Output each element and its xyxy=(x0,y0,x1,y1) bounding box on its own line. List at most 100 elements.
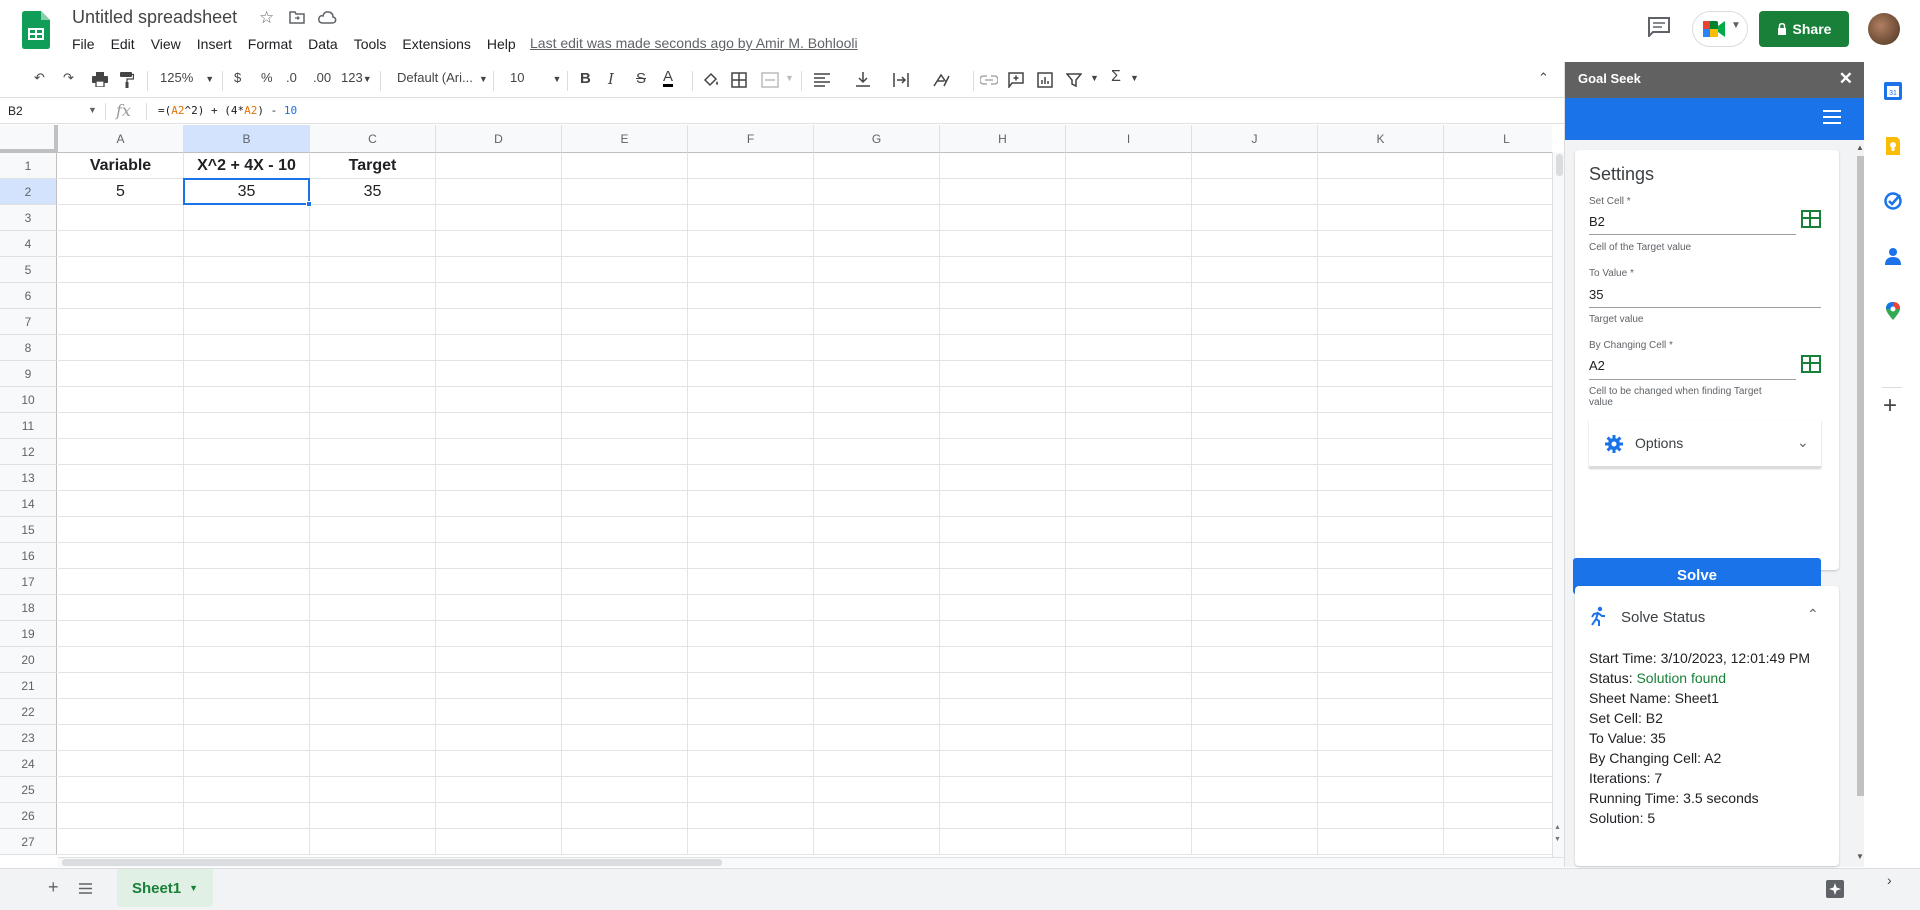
to-value-input[interactable]: 35 xyxy=(1589,287,1603,302)
cell-c7[interactable] xyxy=(310,309,436,335)
cell-k17[interactable] xyxy=(1318,569,1444,595)
cell-e24[interactable] xyxy=(562,751,688,777)
text-wrapping-icon[interactable] xyxy=(893,72,909,88)
cell-f12[interactable] xyxy=(688,439,814,465)
cell-a17[interactable] xyxy=(58,569,184,595)
cell-g3[interactable] xyxy=(814,205,940,231)
cell-e18[interactable] xyxy=(562,595,688,621)
cell-c27[interactable] xyxy=(310,829,436,855)
move-folder-icon[interactable] xyxy=(289,10,305,24)
cell-c20[interactable] xyxy=(310,647,436,673)
font-family-select[interactable]: Default (Ari... ▼ xyxy=(397,70,488,85)
cell-g25[interactable] xyxy=(814,777,940,803)
cell-d2[interactable] xyxy=(436,179,562,205)
row-header-5[interactable]: 5 xyxy=(0,257,57,283)
cell-k22[interactable] xyxy=(1318,699,1444,725)
cell-c3[interactable] xyxy=(310,205,436,231)
menu-tools[interactable]: Tools xyxy=(346,34,395,54)
cell-c15[interactable] xyxy=(310,517,436,543)
increase-decimal-button[interactable]: .00 xyxy=(313,70,331,85)
last-edit-link[interactable]: Last edit was made seconds ago by Amir M… xyxy=(530,35,858,51)
cell-i13[interactable] xyxy=(1066,465,1192,491)
cell-l26[interactable] xyxy=(1444,803,1552,829)
cell-e15[interactable] xyxy=(562,517,688,543)
cell-b11[interactable] xyxy=(184,413,310,439)
cell-j20[interactable] xyxy=(1192,647,1318,673)
cell-f24[interactable] xyxy=(688,751,814,777)
cell-d14[interactable] xyxy=(436,491,562,517)
cell-d12[interactable] xyxy=(436,439,562,465)
cell-a27[interactable] xyxy=(58,829,184,855)
more-formats-button[interactable]: 123▼ xyxy=(341,70,372,85)
cell-k27[interactable] xyxy=(1318,829,1444,855)
cell-e21[interactable] xyxy=(562,673,688,699)
cell-k19[interactable] xyxy=(1318,621,1444,647)
cell-b4[interactable] xyxy=(184,231,310,257)
cell-j23[interactable] xyxy=(1192,725,1318,751)
row-header-24[interactable]: 24 xyxy=(0,751,57,777)
row-header-2[interactable]: 2 xyxy=(0,179,57,205)
fill-handle[interactable] xyxy=(306,201,312,207)
row-header-20[interactable]: 20 xyxy=(0,647,57,673)
cell-d3[interactable] xyxy=(436,205,562,231)
cell-h4[interactable] xyxy=(940,231,1066,257)
cell-j16[interactable] xyxy=(1192,543,1318,569)
cell-i12[interactable] xyxy=(1066,439,1192,465)
column-header-g[interactable]: G xyxy=(814,125,940,153)
cell-g6[interactable] xyxy=(814,283,940,309)
cell-a20[interactable] xyxy=(58,647,184,673)
column-header-e[interactable]: E xyxy=(562,125,688,153)
cell-e13[interactable] xyxy=(562,465,688,491)
cell-b27[interactable] xyxy=(184,829,310,855)
cell-f17[interactable] xyxy=(688,569,814,595)
cell-e8[interactable] xyxy=(562,335,688,361)
cell-d24[interactable] xyxy=(436,751,562,777)
cell-j14[interactable] xyxy=(1192,491,1318,517)
cell-g16[interactable] xyxy=(814,543,940,569)
cell-j5[interactable] xyxy=(1192,257,1318,283)
menu-edit[interactable]: Edit xyxy=(103,34,143,54)
menu-icon[interactable] xyxy=(1823,110,1841,128)
cell-i27[interactable] xyxy=(1066,829,1192,855)
cell-j13[interactable] xyxy=(1192,465,1318,491)
cell-d23[interactable] xyxy=(436,725,562,751)
cell-h22[interactable] xyxy=(940,699,1066,725)
filter-icon[interactable] xyxy=(1066,72,1082,88)
cell-g8[interactable] xyxy=(814,335,940,361)
all-sheets-icon[interactable] xyxy=(79,883,92,894)
cell-d5[interactable] xyxy=(436,257,562,283)
column-header-f[interactable]: F xyxy=(688,125,814,153)
cell-h13[interactable] xyxy=(940,465,1066,491)
cell-k16[interactable] xyxy=(1318,543,1444,569)
menu-extensions[interactable]: Extensions xyxy=(394,34,478,54)
cell-d25[interactable] xyxy=(436,777,562,803)
column-header-i[interactable]: I xyxy=(1066,125,1192,153)
cell-e2[interactable] xyxy=(562,179,688,205)
column-header-j[interactable]: J xyxy=(1192,125,1318,153)
cell-h2[interactable] xyxy=(940,179,1066,205)
cell-l8[interactable] xyxy=(1444,335,1552,361)
cell-d7[interactable] xyxy=(436,309,562,335)
cell-c19[interactable] xyxy=(310,621,436,647)
cell-d26[interactable] xyxy=(436,803,562,829)
cell-j18[interactable] xyxy=(1192,595,1318,621)
cell-e5[interactable] xyxy=(562,257,688,283)
row-header-17[interactable]: 17 xyxy=(0,569,57,595)
cell-k1[interactable] xyxy=(1318,153,1444,179)
cell-d15[interactable] xyxy=(436,517,562,543)
cell-b8[interactable] xyxy=(184,335,310,361)
cell-a23[interactable] xyxy=(58,725,184,751)
cell-d10[interactable] xyxy=(436,387,562,413)
cell-g22[interactable] xyxy=(814,699,940,725)
cell-l19[interactable] xyxy=(1444,621,1552,647)
cell-l2[interactable] xyxy=(1444,179,1552,205)
cell-a4[interactable] xyxy=(58,231,184,257)
cell-b23[interactable] xyxy=(184,725,310,751)
row-header-21[interactable]: 21 xyxy=(0,673,57,699)
cell-l9[interactable] xyxy=(1444,361,1552,387)
cell-h12[interactable] xyxy=(940,439,1066,465)
cell-h17[interactable] xyxy=(940,569,1066,595)
cell-h6[interactable] xyxy=(940,283,1066,309)
cell-i3[interactable] xyxy=(1066,205,1192,231)
cell-e17[interactable] xyxy=(562,569,688,595)
